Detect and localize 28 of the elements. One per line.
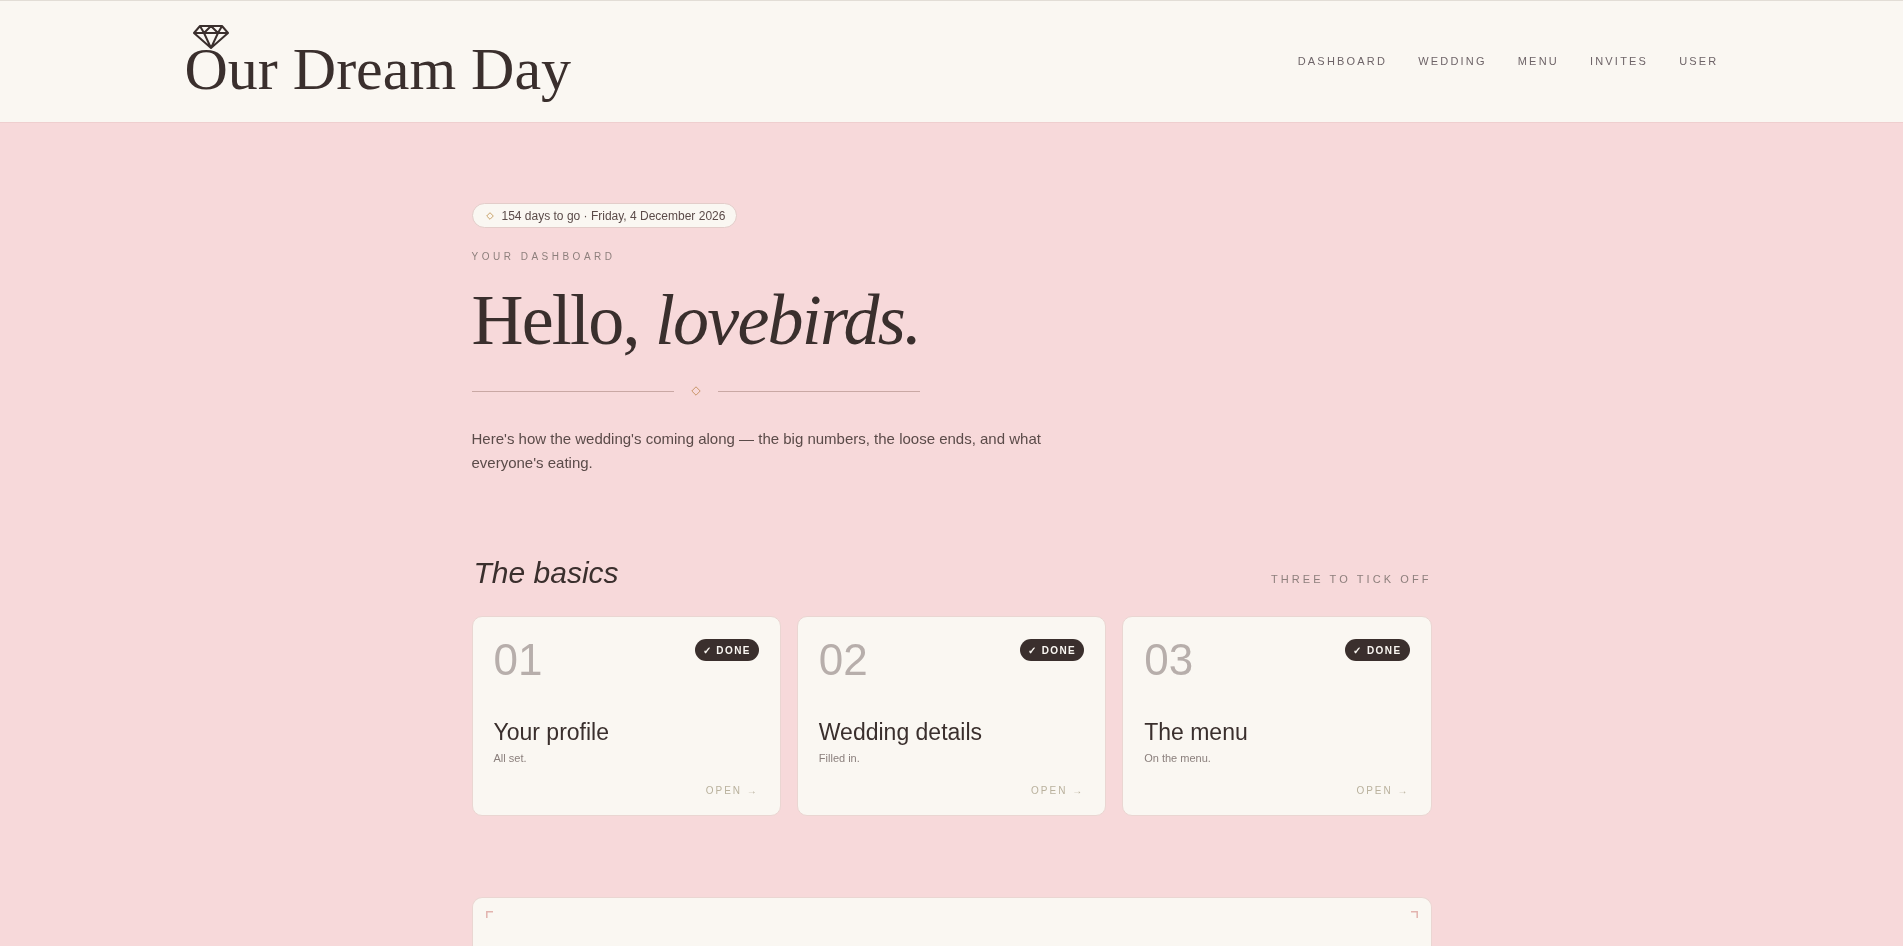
section-caption: THREE TO TICK OFF (1270, 572, 1432, 587)
diamond-icon (690, 386, 701, 396)
nav-link[interactable]: DASHBOARD (1297, 56, 1388, 67)
section-eyebrow: YOUR DASHBOARD (471, 250, 617, 264)
step-number: 01 (493, 638, 543, 682)
step-number: 03 (1144, 638, 1194, 682)
diamond-icon (485, 211, 494, 220)
section-title: The basics (472, 555, 619, 591)
page-heading: Hello, lovebirds. (471, 284, 922, 356)
countdown-text: 154 days to go · Friday, 4 December 2026 (501, 209, 726, 222)
nav-link[interactable]: WEDDING (1418, 56, 1487, 67)
card-title: Your profile (493, 718, 610, 746)
card-title: The menu (1144, 718, 1249, 746)
nav-link[interactable]: USER (1679, 56, 1719, 67)
card-title: Wedding details (818, 718, 984, 746)
nav-link[interactable]: MENU (1517, 56, 1559, 67)
card-note: Filled in. (818, 751, 861, 766)
intro-paragraph: Here's how the wedding's coming along — the big numbers, the loose ends, and what everyone's eating. (471, 429, 1042, 473)
status-badge: ✓ DONE (1345, 639, 1410, 661)
corner-bracket-icon (1410, 911, 1418, 918)
corner-bracket-icon (485, 911, 493, 918)
status-badge: ✓ DONE (694, 639, 759, 661)
card-note: On the menu. (1144, 751, 1212, 766)
step-number: 02 (818, 638, 868, 682)
gem-icon (192, 24, 229, 49)
nav-link[interactable]: INVITES (1589, 56, 1649, 67)
card-note: All set. (493, 751, 528, 766)
status-badge: ✓ DONE (1020, 639, 1085, 661)
